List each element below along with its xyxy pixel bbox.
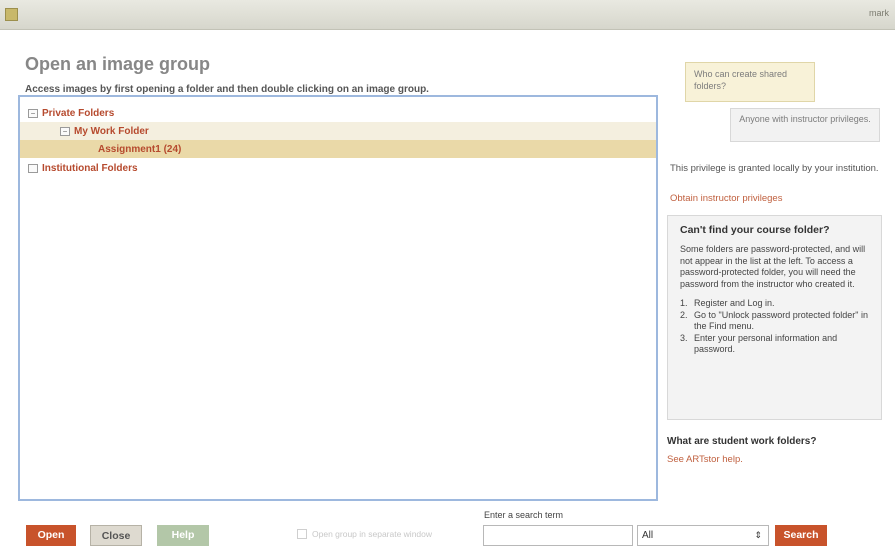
app-icon[interactable] <box>5 8 18 21</box>
tip-answer-bubble: Anyone with instructor privileges. <box>730 108 880 142</box>
privilege-text: This privilege is granted locally by you… <box>670 163 879 174</box>
help-box-body: Some folders are password-protected, and… <box>680 244 866 289</box>
help-steps: 1. Register and Log in. 2. Go to "Unlock p… <box>680 298 869 356</box>
help-step: 1. Register and Log in. <box>680 298 775 308</box>
page-subtitle: Access images by first opening a folder … <box>25 84 429 95</box>
student-folders-title: What are student work folders? <box>667 436 817 447</box>
search-scope-value: All <box>642 530 654 541</box>
minus-box-icon[interactable]: − <box>28 108 38 118</box>
updown-arrows-icon: ⇕ <box>754 530 762 540</box>
tree-item-label: Institutional Folders <box>42 162 138 174</box>
open-button[interactable]: Open <box>26 525 76 546</box>
search-label: Enter a search term <box>484 510 564 520</box>
tip-question-bubble: Who can create shared folders? <box>685 62 815 102</box>
help-step: 2. Go to "Unlock password protected folde… <box>680 309 868 332</box>
separate-window-option[interactable]: Open group in separate window <box>297 529 432 539</box>
search-button[interactable]: Search <box>775 525 827 546</box>
toolbar-right-text[interactable]: mark <box>869 8 889 18</box>
folder-box-icon[interactable] <box>28 163 38 173</box>
obtain-privileges-link[interactable]: Obtain instructor privileges <box>670 193 782 204</box>
help-box-title: Can't find your course folder? <box>680 224 830 236</box>
folder-tree-panel[interactable]: − Private Folders − My Work Folder Assig… <box>18 95 658 501</box>
help-box: Can't find your course folder? Some fold… <box>667 215 882 420</box>
help-step: 3. Enter your personal information and pa… <box>680 332 838 355</box>
help-button[interactable]: Help <box>157 525 209 546</box>
search-input[interactable] <box>483 525 633 546</box>
tree-item-assignment1[interactable]: Assignment1 (24) <box>20 140 656 158</box>
search-scope-select[interactable]: All ⇕ <box>637 525 769 546</box>
artstor-help-link[interactable]: See ARTstor help. <box>667 454 743 465</box>
tree-item-label: My Work Folder <box>74 125 149 137</box>
separate-window-label: Open group in separate window <box>312 529 433 539</box>
tree-item-my-work-folder[interactable]: − My Work Folder <box>20 122 656 140</box>
tree-item-institutional-folders[interactable]: Institutional Folders <box>20 159 656 177</box>
close-button[interactable]: Close <box>90 525 142 546</box>
minus-box-icon[interactable]: − <box>60 126 70 136</box>
tree-item-label: Private Folders <box>42 107 115 119</box>
separate-window-checkbox[interactable] <box>297 529 307 539</box>
tree-item-private-folders[interactable]: − Private Folders <box>20 104 656 122</box>
page-title: Open an image group <box>25 54 211 74</box>
tree-item-label: Assignment1 (24) <box>98 143 182 155</box>
top-toolbar: mark <box>0 0 895 30</box>
